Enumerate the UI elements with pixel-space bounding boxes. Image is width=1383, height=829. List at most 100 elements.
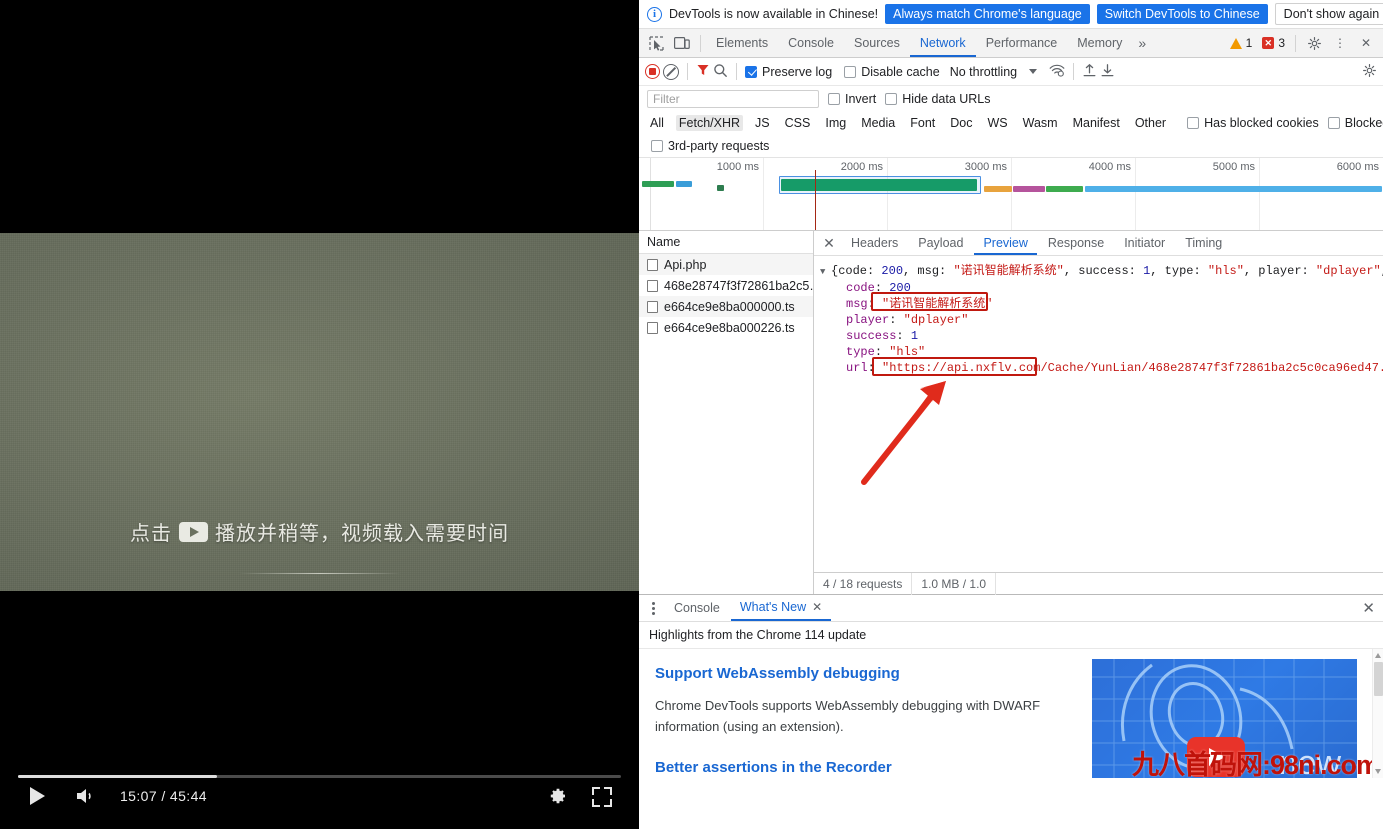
- chevron-down-icon[interactable]: [1029, 69, 1037, 74]
- chevron-down-icon[interactable]: ▼: [820, 264, 831, 280]
- type-filter-media[interactable]: Media: [858, 115, 898, 131]
- invert-checkbox[interactable]: [828, 93, 840, 105]
- drawer-tab-whats-new[interactable]: What's New ✕: [731, 595, 831, 621]
- type-filter-ws[interactable]: WS: [984, 115, 1010, 131]
- export-har-icon-svg: [1100, 63, 1115, 78]
- disable-cache-checkbox[interactable]: [844, 66, 856, 78]
- hide-data-urls-checkbox[interactable]: [885, 93, 897, 105]
- switch-devtools-language-button[interactable]: Switch DevTools to Chinese: [1097, 4, 1268, 24]
- fullscreen-icon[interactable]: [592, 787, 612, 807]
- overview-gutter: [639, 158, 651, 230]
- more-vertical-icon[interactable]: [643, 602, 663, 615]
- type-filter-js[interactable]: JS: [752, 115, 773, 131]
- gear-icon[interactable]: [1362, 63, 1377, 81]
- third-party-row[interactable]: 3rd-party requests: [639, 135, 1383, 157]
- type-filter-wasm[interactable]: Wasm: [1020, 115, 1061, 131]
- scrollbar-thumb[interactable]: [1374, 662, 1383, 696]
- video-headline-after: 播放并稍等，视频载入需要时间: [215, 517, 509, 546]
- json-key: player: [846, 313, 889, 327]
- search-input[interactable]: [647, 90, 819, 108]
- type-filter-all[interactable]: All: [647, 115, 667, 131]
- tab-memory[interactable]: Memory: [1067, 29, 1132, 57]
- json-summary-line[interactable]: ▼{code: 200, msg: "诺讯智能解析系统", success: 1…: [820, 263, 1379, 280]
- type-filter-manifest[interactable]: Manifest: [1070, 115, 1123, 131]
- device-toolbar-icon[interactable]: [669, 31, 695, 55]
- export-har-icon[interactable]: [1100, 63, 1115, 81]
- close-icon[interactable]: ✕: [1353, 31, 1379, 55]
- json-value: 200: [889, 281, 911, 295]
- tab-network[interactable]: Network: [910, 29, 976, 57]
- type-filter-img[interactable]: Img: [822, 115, 849, 131]
- type-filter-doc[interactable]: Doc: [947, 115, 975, 131]
- type-filter-fetch-xhr[interactable]: Fetch/XHR: [676, 115, 743, 131]
- table-row[interactable]: 468e28747f3f72861ba2c5…: [639, 275, 813, 296]
- overview-selection-window[interactable]: [779, 176, 981, 194]
- toolbar-divider: [700, 35, 701, 52]
- tab-console[interactable]: Console: [778, 29, 844, 57]
- blocked-requests-toggle[interactable]: Blocked Requests: [1328, 116, 1383, 130]
- search-icon[interactable]: [713, 63, 728, 81]
- request-list[interactable]: Name Api.php 468e28747f3f72861ba2c5… e66…: [639, 231, 814, 594]
- preserve-log-checkbox[interactable]: [745, 66, 757, 78]
- gear-icon[interactable]: [1301, 31, 1327, 55]
- close-icon[interactable]: ✕: [1362, 599, 1375, 617]
- inspect-cursor-icon[interactable]: [643, 31, 669, 55]
- overview-tick-4000ms: 4000 ms: [1089, 161, 1135, 173]
- blocked-requests-checkbox[interactable]: [1328, 117, 1340, 129]
- has-blocked-cookies-toggle[interactable]: Has blocked cookies: [1187, 116, 1319, 130]
- close-icon[interactable]: ✕: [812, 594, 822, 620]
- disable-cache-toggle[interactable]: Disable cache: [844, 65, 940, 79]
- tab-elements[interactable]: Elements: [706, 29, 778, 57]
- tab-payload[interactable]: Payload: [909, 231, 972, 255]
- record-icon[interactable]: [645, 64, 660, 79]
- gear-icon-svg: [1362, 63, 1377, 78]
- tab-response[interactable]: Response: [1039, 231, 1113, 255]
- type-filter-other[interactable]: Other: [1132, 115, 1169, 131]
- toolbar-divider: [736, 63, 737, 80]
- play-icon[interactable]: [30, 787, 45, 805]
- drawer-tab-console[interactable]: Console: [665, 595, 729, 621]
- json-preview-viewer[interactable]: ▼{code: 200, msg: "诺讯智能解析系统", success: 1…: [814, 256, 1383, 572]
- tab-performance[interactable]: Performance: [976, 29, 1068, 57]
- request-list-header[interactable]: Name: [639, 231, 813, 254]
- third-party-checkbox[interactable]: [651, 140, 663, 152]
- preserve-log-toggle[interactable]: Preserve log: [745, 65, 832, 79]
- dont-show-again-button[interactable]: Don't show again: [1275, 3, 1383, 25]
- table-row[interactable]: Api.php: [639, 254, 813, 275]
- always-match-language-button[interactable]: Always match Chrome's language: [885, 4, 1090, 24]
- chevron-double-right-icon[interactable]: »: [1132, 35, 1152, 51]
- error-count-chip[interactable]: ✕ 3: [1257, 35, 1290, 51]
- json-key: success: [846, 329, 896, 343]
- gear-icon[interactable]: [547, 786, 567, 806]
- tab-initiator[interactable]: Initiator: [1115, 231, 1174, 255]
- throttling-select[interactable]: No throttling: [950, 65, 1017, 79]
- filter-funnel-icon[interactable]: [696, 63, 710, 80]
- whats-new-body: Support WebAssembly debugging Chrome Dev…: [639, 649, 1383, 778]
- more-vertical-icon[interactable]: ⋮: [1327, 31, 1353, 55]
- close-icon[interactable]: ✕: [818, 232, 840, 254]
- video-progress-bar[interactable]: [18, 775, 621, 778]
- drawer-scrollbar[interactable]: [1372, 649, 1383, 778]
- type-filter-css[interactable]: CSS: [782, 115, 814, 131]
- video-stage[interactable]: 点击 播放并稍等，视频载入需要时间 享受闲暇，不负好时光: [0, 233, 639, 591]
- network-overview-timeline[interactable]: 1000 ms 2000 ms 3000 ms 4000 ms 5000 ms …: [639, 157, 1383, 231]
- table-row[interactable]: e664ce9e8ba000226.ts: [639, 317, 813, 338]
- warning-count-chip[interactable]: 1: [1225, 35, 1258, 51]
- volume-icon[interactable]: [76, 787, 98, 805]
- import-har-icon[interactable]: [1082, 63, 1097, 81]
- tab-headers[interactable]: Headers: [842, 231, 907, 255]
- chevron-up-icon[interactable]: [1375, 653, 1381, 658]
- network-conditions-icon[interactable]: [1049, 63, 1065, 80]
- hide-data-urls-toggle[interactable]: Hide data URLs: [885, 92, 990, 106]
- clear-icon[interactable]: [663, 64, 679, 80]
- chevron-down-icon[interactable]: [1375, 769, 1381, 774]
- request-detail-tabs: ✕ Headers Payload Preview Response Initi…: [814, 231, 1383, 256]
- tab-preview[interactable]: Preview: [974, 231, 1036, 255]
- tab-sources[interactable]: Sources: [844, 29, 910, 57]
- has-blocked-cookies-checkbox[interactable]: [1187, 117, 1199, 129]
- invert-toggle[interactable]: Invert: [828, 92, 876, 106]
- video-player[interactable]: 点击 播放并稍等，视频载入需要时间 享受闲暇，不负好时光 15:07 / 45:…: [0, 0, 639, 829]
- type-filter-font[interactable]: Font: [907, 115, 938, 131]
- table-row[interactable]: e664ce9e8ba000000.ts: [639, 296, 813, 317]
- tab-timing[interactable]: Timing: [1176, 231, 1231, 255]
